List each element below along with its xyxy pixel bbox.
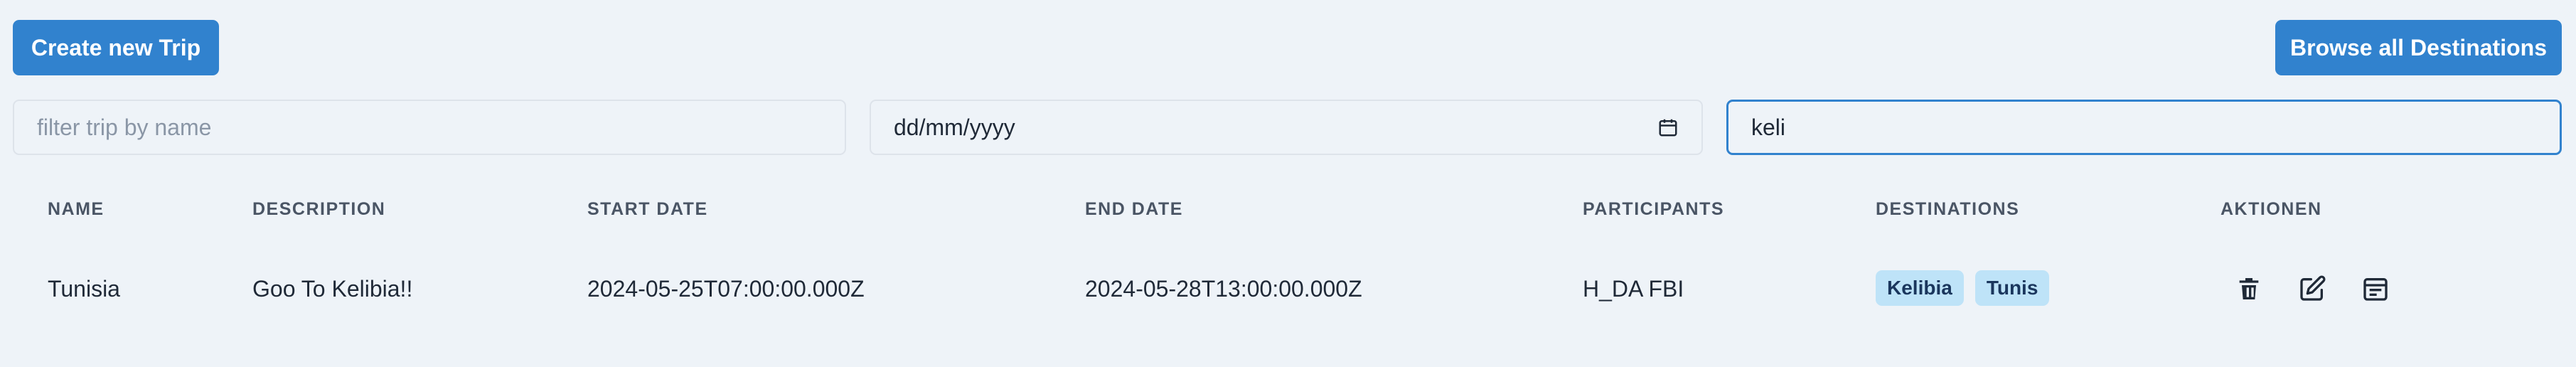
edit-icon[interactable] — [2298, 275, 2326, 303]
trip-end-date-cell: 2024-05-28T13:00:00.000Z — [1085, 276, 1362, 302]
trip-participants-cell: H_DA FBI — [1583, 276, 1684, 302]
trip-start-date-cell: 2024-05-25T07:00:00.000Z — [587, 276, 865, 302]
calendar-icon[interactable] — [2361, 275, 2390, 303]
column-header-description: Description — [252, 199, 386, 219]
browse-destinations-button[interactable]: Browse all Destinations — [2275, 20, 2562, 75]
column-header-actions: Aktionen — [2220, 199, 2322, 219]
column-header-name: Name — [48, 199, 105, 219]
trip-name-filter-input[interactable] — [13, 100, 846, 155]
destination-badge: Tunis — [1974, 270, 2050, 306]
date-filter-placeholder: dd/mm/yyyy — [894, 114, 1015, 140]
destination-filter-input[interactable] — [1726, 100, 2562, 155]
create-trip-button[interactable]: Create new Trip — [13, 20, 219, 75]
trip-description-cell: Goo To Kelibia!! — [252, 276, 413, 302]
column-header-destinations: Destinations — [1876, 199, 2020, 219]
trash-icon[interactable] — [2235, 275, 2263, 303]
trip-name-cell: Tunisia — [48, 276, 120, 302]
destination-badge: Kelibia — [1876, 270, 1964, 306]
column-header-start-date: Start Date — [587, 199, 708, 219]
column-header-participants: Participants — [1583, 199, 1725, 219]
date-filter-input[interactable]: dd/mm/yyyy — [870, 100, 1703, 155]
trip-destinations-cell: Kelibia Tunis — [1876, 270, 2050, 306]
calendar-picker-icon[interactable] — [1657, 117, 1679, 138]
column-header-end-date: End Date — [1085, 199, 1183, 219]
